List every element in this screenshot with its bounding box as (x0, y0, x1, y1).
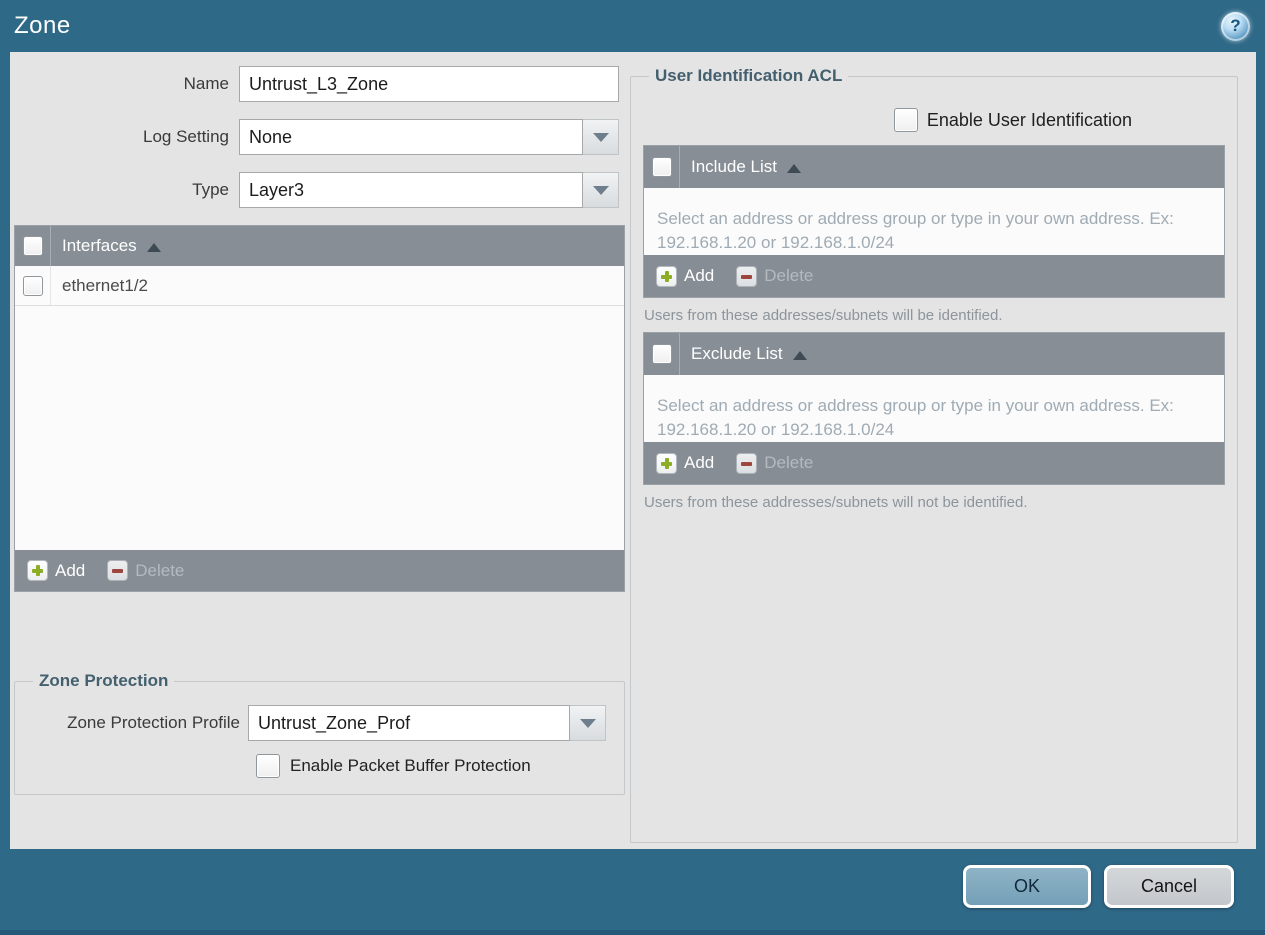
include-list-caption: Users from these addresses/subnets will … (644, 307, 1003, 324)
user-identification-acl-legend: User Identification ACL (655, 66, 843, 85)
interfaces-column-label: Interfaces (62, 236, 137, 255)
exclude-select-all-cell (644, 333, 680, 375)
exclude-list-table: Exclude List Select an address or addres… (643, 332, 1225, 485)
interfaces-table: Interfaces ethernet1/2 Add Delete (14, 225, 625, 592)
type-label: Type (192, 180, 229, 199)
include-list-body: Select an address or address group or ty… (644, 188, 1224, 255)
add-interface-button[interactable]: Add (27, 560, 85, 581)
minus-icon (107, 560, 129, 581)
plus-icon (27, 560, 48, 581)
enable-user-identification-row: Enable User Identification (643, 108, 1132, 132)
log-setting-label: Log Setting (142, 127, 229, 146)
exclude-list-footer: Add Delete (644, 442, 1224, 484)
minus-icon (736, 452, 758, 474)
interfaces-table-footer: Add Delete (15, 550, 624, 591)
zone-protection-profile-label: Zone Protection Profile (67, 713, 240, 732)
row-checkbox-cell (15, 266, 51, 305)
log-setting-input[interactable] (239, 119, 583, 155)
chevron-down-icon (579, 718, 596, 728)
dialog-title: Zone (14, 12, 71, 39)
dialog-footer: OK Cancel (0, 849, 1265, 935)
interface-row-checkbox[interactable] (22, 275, 43, 296)
sort-asc-icon (146, 242, 161, 252)
zone-protection-profile-row: Zone Protection Profile (27, 705, 612, 741)
interfaces-select-all-checkbox[interactable] (22, 236, 43, 256)
interfaces-table-header: Interfaces (15, 226, 624, 266)
interface-name: ethernet1/2 (62, 275, 149, 295)
help-icon[interactable]: ? (1221, 11, 1250, 41)
left-column: Name Log Setting Type (14, 66, 625, 849)
delete-interface-button[interactable]: Delete (107, 560, 184, 581)
type-combo (239, 172, 619, 208)
add-include-address-button[interactable]: Add (656, 265, 715, 287)
log-setting-combo (239, 119, 619, 155)
include-select-all-checkbox[interactable] (651, 157, 672, 177)
zone-protection-section: Zone Protection Zone Protection Profile … (14, 671, 625, 795)
log-setting-dropdown-button[interactable] (583, 119, 619, 155)
name-label: Name (183, 74, 229, 93)
interfaces-table-body: ethernet1/2 (15, 266, 624, 550)
include-list-placeholder: Select an address or address group or ty… (657, 209, 1174, 252)
exclude-list-caption: Users from these addresses/subnets will … (644, 494, 1028, 511)
sort-asc-icon (792, 350, 807, 360)
exclude-list-body: Select an address or address group or ty… (644, 375, 1224, 442)
delete-include-address-button[interactable]: Delete (736, 265, 814, 287)
interfaces-column-header[interactable]: Interfaces (51, 226, 161, 266)
add-label: Add (684, 453, 715, 472)
delete-exclude-address-button[interactable]: Delete (736, 452, 814, 474)
exclude-list-label: Exclude List (691, 344, 783, 363)
cancel-button[interactable]: Cancel (1104, 865, 1234, 908)
packet-buffer-row: Enable Packet Buffer Protection (256, 754, 612, 778)
packet-buffer-label: Enable Packet Buffer Protection (290, 756, 531, 775)
chevron-down-icon (592, 185, 609, 195)
dialog-titlebar: Zone ? (0, 0, 1265, 52)
zone-protection-profile-dropdown-button[interactable] (570, 705, 606, 741)
name-input[interactable] (239, 66, 619, 102)
type-dropdown-button[interactable] (583, 172, 619, 208)
type-input[interactable] (239, 172, 583, 208)
ok-button[interactable]: OK (963, 865, 1091, 908)
delete-label: Delete (135, 560, 185, 580)
user-identification-acl-section: User Identification ACL Enable User Iden… (630, 66, 1238, 843)
type-row: Type (14, 172, 625, 208)
window-bottom-edge (0, 930, 1265, 935)
exclude-list-placeholder: Select an address or address group or ty… (657, 396, 1174, 439)
enable-user-identification-label: Enable User Identification (926, 109, 1132, 130)
exclude-list-header: Exclude List (644, 333, 1224, 375)
log-setting-row: Log Setting (14, 119, 625, 155)
include-list-column-header[interactable]: Include List (680, 146, 801, 188)
exclude-list-column-header[interactable]: Exclude List (680, 333, 807, 375)
include-list-header: Include List (644, 146, 1224, 188)
add-exclude-address-button[interactable]: Add (656, 452, 715, 474)
dialog-body: Name Log Setting Type (10, 52, 1256, 849)
delete-label: Delete (764, 266, 814, 285)
table-row[interactable]: ethernet1/2 (15, 266, 624, 306)
name-row: Name (14, 66, 625, 102)
include-list-footer: Add Delete (644, 255, 1224, 297)
zone-protection-legend: Zone Protection (39, 671, 169, 690)
plus-icon (656, 452, 677, 474)
enable-packet-buffer-checkbox[interactable] (256, 754, 280, 778)
help-glyph: ? (1230, 16, 1241, 35)
enable-user-identification-checkbox[interactable] (893, 108, 918, 132)
zone-dialog: Zone ? Name Log Setting Type (0, 0, 1265, 935)
minus-icon (736, 265, 758, 287)
include-list-label: Include List (691, 157, 777, 176)
plus-icon (656, 265, 677, 287)
zone-protection-profile-combo (248, 705, 606, 741)
sort-asc-icon (787, 163, 801, 173)
add-label: Add (55, 560, 86, 580)
include-list-table: Include List Select an address or addres… (643, 145, 1225, 298)
zone-protection-profile-input[interactable] (248, 705, 570, 741)
include-select-all-cell (644, 146, 680, 188)
interfaces-select-all-cell (15, 226, 51, 266)
add-label: Add (684, 266, 715, 285)
delete-label: Delete (764, 453, 814, 472)
exclude-select-all-checkbox[interactable] (651, 344, 672, 364)
chevron-down-icon (592, 132, 609, 142)
